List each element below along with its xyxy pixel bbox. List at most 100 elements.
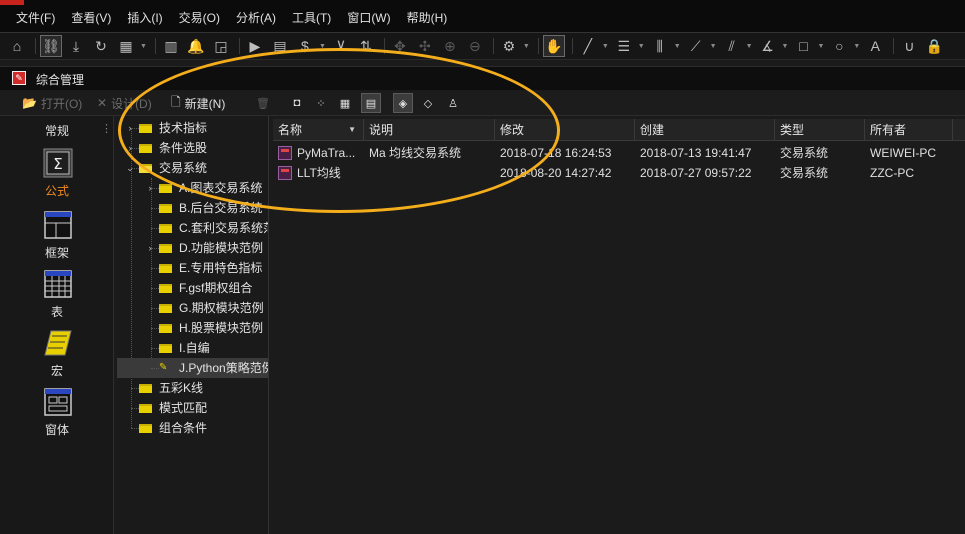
filter-icon[interactable]: ⊻ bbox=[330, 35, 352, 57]
tree-node-label: B.后台交易系统 bbox=[179, 201, 263, 215]
fan-icon[interactable]: ⟋ bbox=[685, 35, 707, 57]
chevron-down-icon[interactable]: ▼ bbox=[638, 43, 645, 50]
document-icon[interactable]: ▤ bbox=[269, 35, 291, 57]
grip-icon[interactable]: ⋮ bbox=[101, 122, 112, 135]
table-cell: 交易系统 bbox=[780, 166, 829, 180]
column-header[interactable]: 创建 bbox=[635, 119, 775, 141]
menu-item[interactable]: 查看(V) bbox=[63, 9, 119, 27]
move-icon[interactable]: ✥ bbox=[389, 35, 411, 57]
form-icon bbox=[44, 388, 72, 416]
tree-node[interactable]: 组合条件 bbox=[117, 418, 268, 438]
chevron-down-icon[interactable]: ▼ bbox=[523, 43, 530, 50]
details-view-icon[interactable]: ▤ bbox=[361, 93, 381, 113]
chevron-down-icon[interactable]: ▼ bbox=[710, 43, 717, 50]
tree-node-label: 组合条件 bbox=[159, 421, 208, 435]
table-row[interactable]: LLT均线 2018-08-20 14:27:42 2018-07-27 09:57… bbox=[273, 163, 965, 183]
play-icon[interactable]: ▶ bbox=[244, 35, 266, 57]
column-header[interactable]: 所有者 bbox=[865, 119, 953, 141]
bell-icon[interactable]: 🔔 bbox=[185, 35, 207, 57]
tree-node[interactable]: › A.图表交易系统 bbox=[117, 178, 268, 198]
grid-icon[interactable]: ▦ bbox=[115, 35, 137, 57]
tree-node[interactable]: I.自编 bbox=[117, 338, 268, 358]
gear-icon[interactable]: ⚙ bbox=[498, 35, 520, 57]
vertical-lines-icon[interactable]: ⫼ bbox=[649, 35, 671, 57]
menu-item[interactable]: 帮助(H) bbox=[399, 9, 456, 27]
toolbar-separator bbox=[35, 38, 36, 54]
magnet-icon[interactable]: ∪ bbox=[898, 35, 920, 57]
angle-icon[interactable]: ∡ bbox=[757, 35, 779, 57]
tree-node[interactable]: B.后台交易系统 bbox=[117, 198, 268, 218]
lock-icon[interactable]: 🔒 bbox=[923, 35, 945, 57]
chevron-right-icon[interactable]: › bbox=[145, 238, 155, 258]
column-header[interactable]: 说明 bbox=[364, 119, 495, 141]
home-icon[interactable]: ⌂ bbox=[6, 35, 28, 57]
menu-item[interactable]: 工具(T) bbox=[284, 9, 339, 27]
folder-icon bbox=[159, 264, 172, 273]
zoom-out-icon[interactable]: ⊖ bbox=[464, 35, 486, 57]
macro-icon bbox=[44, 330, 72, 356]
parallel-icon[interactable]: ⫽ bbox=[721, 35, 743, 57]
chevron-down-icon[interactable]: ▼ bbox=[602, 43, 609, 50]
tree-node[interactable]: 五彩K线 bbox=[117, 378, 268, 398]
circle-icon[interactable]: ○ bbox=[828, 35, 850, 57]
fibonacci-icon[interactable]: ☰ bbox=[613, 35, 635, 57]
column-header[interactable]: 名称 ▼ bbox=[273, 119, 364, 141]
layers-alt-icon[interactable]: ◇ bbox=[418, 93, 438, 113]
refresh-icon[interactable]: ↻ bbox=[90, 35, 112, 57]
tree-node[interactable]: › 技术指标 bbox=[117, 118, 268, 138]
large-icons-view-icon[interactable]: ◘ bbox=[287, 93, 307, 113]
zoom-in-icon[interactable]: ⊕ bbox=[439, 35, 461, 57]
chevron-right-icon[interactable]: › bbox=[125, 138, 135, 158]
design-button[interactable]: ✕ 设计(D) bbox=[97, 93, 152, 113]
line-icon[interactable]: ╱ bbox=[577, 35, 599, 57]
chevron-down-icon[interactable]: ▼ bbox=[746, 43, 753, 50]
tree-node[interactable]: F.gsf期权组合 bbox=[117, 278, 268, 298]
download-icon[interactable]: ⤓ bbox=[65, 35, 87, 57]
tree-node[interactable]: H.股票模块范例 bbox=[117, 318, 268, 338]
rectangle-icon[interactable]: □ bbox=[792, 35, 814, 57]
chevron-down-icon[interactable]: ▼ bbox=[853, 43, 860, 50]
chevron-down-icon[interactable]: ▼ bbox=[140, 43, 147, 50]
sort-icon[interactable]: ⇅ bbox=[355, 35, 377, 57]
table-row[interactable]: PyMaTra... Ma 均线交易系统 2018-07-18 16:24:53 20… bbox=[273, 143, 965, 163]
menu-item[interactable]: 交易(O) bbox=[171, 9, 228, 27]
tree-node[interactable]: › 条件选股 bbox=[117, 138, 268, 158]
menu-item[interactable]: 分析(A) bbox=[228, 9, 284, 27]
menu-item[interactable]: 文件(F) bbox=[8, 9, 63, 27]
window-title: 综合管理 bbox=[36, 73, 85, 87]
crosshair-icon[interactable]: ✣ bbox=[414, 35, 436, 57]
column-header[interactable]: 类型 bbox=[775, 119, 865, 141]
layers-icon[interactable]: ◈ bbox=[393, 93, 413, 113]
tree-node[interactable]: ⌄ 交易系统 bbox=[117, 158, 268, 178]
chevron-down-icon[interactable]: ▼ bbox=[817, 43, 824, 50]
list-view-icon[interactable]: ▦ bbox=[335, 93, 355, 113]
chart-icon[interactable]: ◲ bbox=[210, 35, 232, 57]
user-icon[interactable]: ♙ bbox=[443, 93, 463, 113]
chevron-right-icon[interactable]: › bbox=[145, 178, 155, 198]
tree-node[interactable]: ✎ J.Python策略范例 bbox=[117, 358, 268, 378]
column-header[interactable]: 修改 bbox=[495, 119, 635, 141]
hand-icon[interactable]: ✋ bbox=[542, 35, 565, 57]
open-button[interactable]: 📂 打开(O) bbox=[22, 93, 82, 113]
chevron-down-icon[interactable]: ▼ bbox=[782, 43, 789, 50]
tree-node[interactable]: G.期权模块范例 bbox=[117, 298, 268, 318]
menu-item[interactable]: 插入(I) bbox=[119, 9, 170, 27]
chevron-down-icon[interactable]: ⌄ bbox=[125, 158, 135, 178]
folder-open-icon bbox=[139, 164, 152, 173]
tree-node[interactable]: › D.功能模块范例 bbox=[117, 238, 268, 258]
text-icon[interactable]: A bbox=[864, 35, 886, 57]
link-icon[interactable]: ⛓ bbox=[40, 35, 62, 57]
new-button[interactable]: 🗋 新建(N) bbox=[171, 93, 225, 113]
bar-chart-icon[interactable]: ▥ bbox=[160, 35, 182, 57]
tree-node[interactable]: C.套利交易系统范 bbox=[117, 218, 268, 238]
delete-icon[interactable]: 🗑 bbox=[253, 93, 273, 113]
sort-desc-icon: ▼ bbox=[348, 125, 356, 134]
chevron-down-icon[interactable]: ▼ bbox=[674, 43, 681, 50]
chevron-right-icon[interactable]: › bbox=[125, 118, 135, 138]
menu-item[interactable]: 窗口(W) bbox=[339, 9, 398, 27]
tree-node[interactable]: 模式匹配 bbox=[117, 398, 268, 418]
chevron-down-icon[interactable]: ▼ bbox=[319, 43, 326, 50]
dollar-icon[interactable]: $ bbox=[294, 35, 316, 57]
tree-node[interactable]: E.专用特色指标 bbox=[117, 258, 268, 278]
small-icons-view-icon[interactable]: ⁘ bbox=[311, 93, 331, 113]
